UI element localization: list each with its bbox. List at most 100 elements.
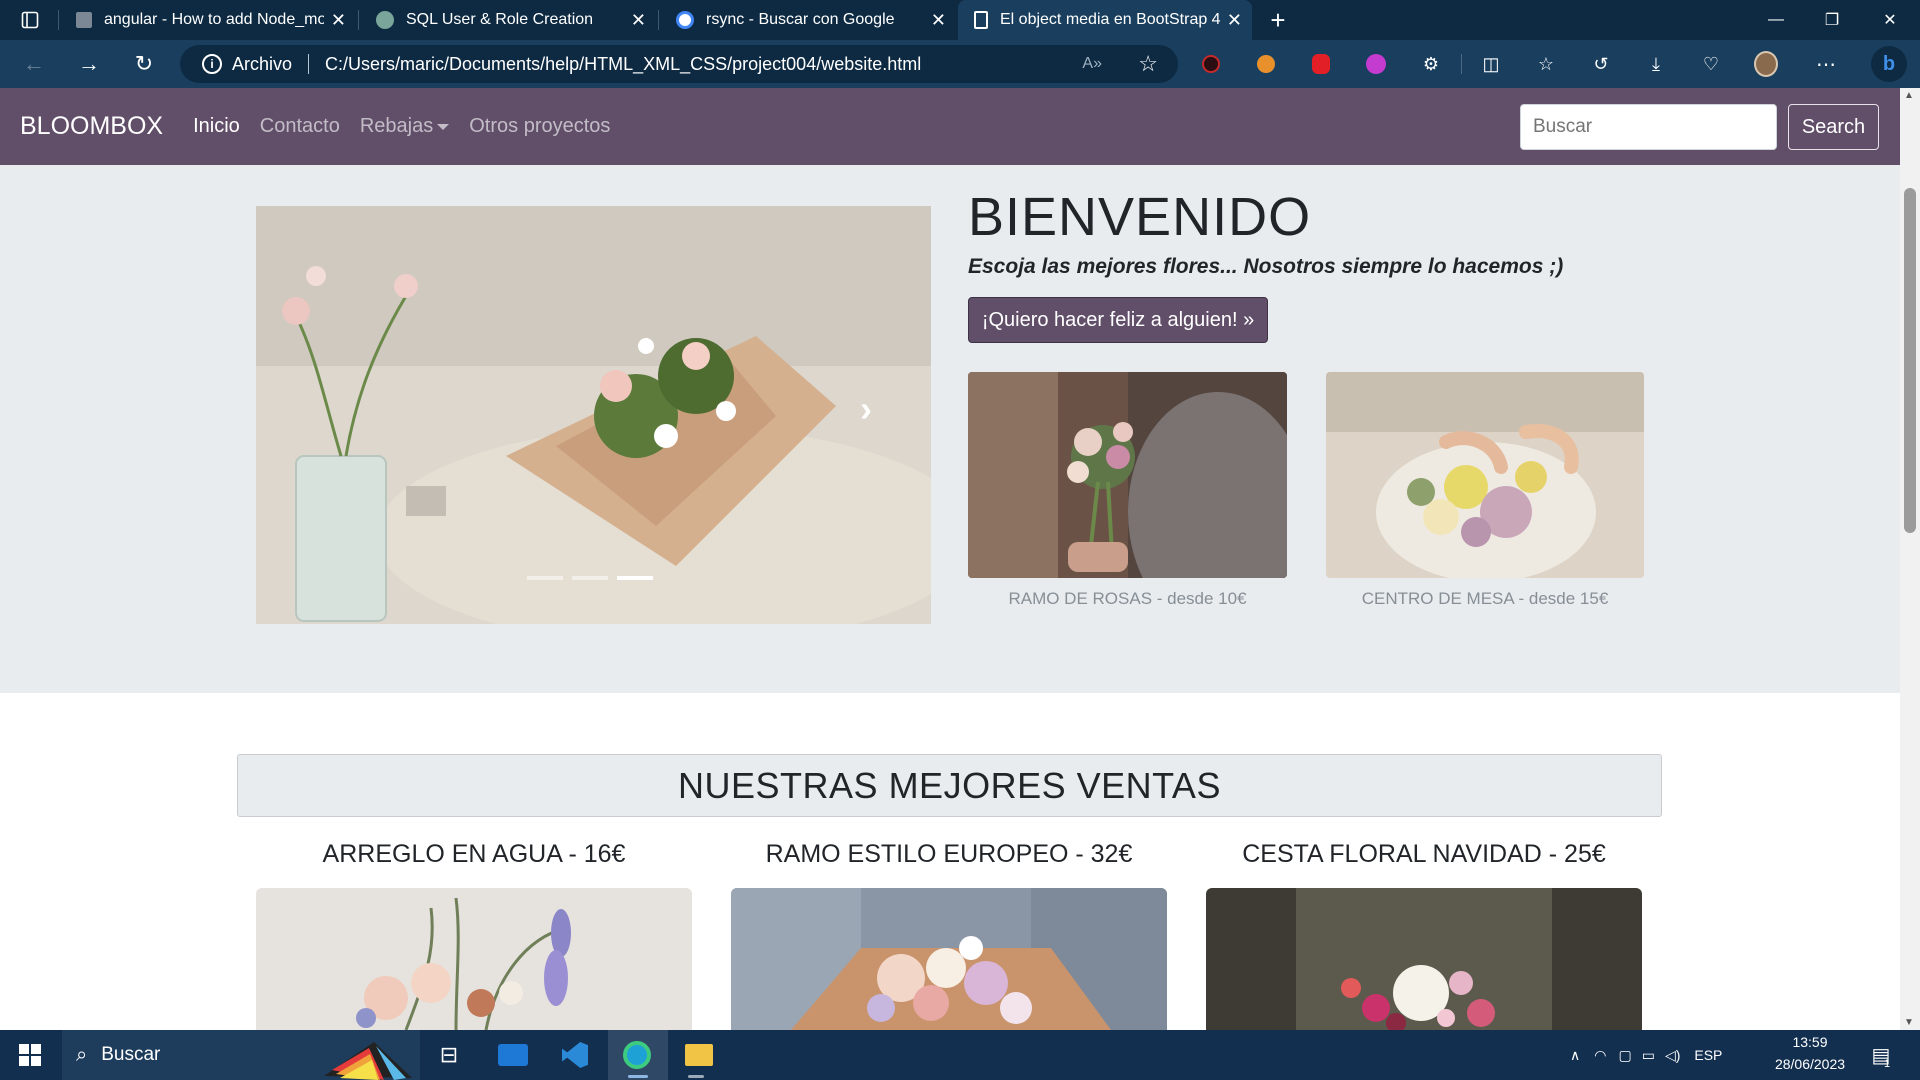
hero-title: BIENVENIDO: [968, 187, 1312, 247]
product-title: CESTA FLORAL NAVIDAD - 25€: [1242, 840, 1606, 868]
product-image-arreglo-agua[interactable]: [256, 888, 692, 1030]
new-tab-button[interactable]: +: [1250, 0, 1306, 40]
browser-tab-strip: angular - How to add Node_mod ✕ SQL User…: [0, 0, 1920, 40]
tab-rsync[interactable]: rsync - Buscar con Google ✕: [660, 0, 956, 40]
taskbar-search-box[interactable]: ⌕ Buscar: [62, 1030, 420, 1080]
forward-icon[interactable]: →: [71, 46, 107, 82]
hero-cta-button[interactable]: ¡Quiero hacer feliz a alguien! »: [968, 297, 1268, 343]
split-screen-icon[interactable]: ◫: [1479, 52, 1503, 76]
product-image-ramo-europeo[interactable]: [731, 888, 1167, 1030]
windows-taskbar: ⌕ Buscar ⊟ ∧ ◠ ▢ ▭ ◁) ESP 13:59 28/06/20…: [0, 1030, 1920, 1080]
nav-otros-proyectos[interactable]: Otros proyectos: [469, 115, 610, 138]
carousel-image: [256, 206, 931, 624]
notifications-icon[interactable]: ▤: [1864, 1038, 1898, 1072]
tab-title: rsync - Buscar con Google: [706, 11, 895, 28]
device-icon[interactable]: ▢: [1618, 1047, 1631, 1064]
tab-object-media[interactable]: El object media en BootStrap 4 ✕: [958, 0, 1252, 40]
scroll-up-icon[interactable]: ▲: [1904, 90, 1914, 101]
close-tab-icon[interactable]: ✕: [331, 10, 346, 31]
bing-copilot-icon[interactable]: b: [1871, 46, 1907, 82]
caret-down-icon: [437, 123, 450, 130]
stackoverflow-favicon-icon: [76, 12, 92, 28]
language-indicator[interactable]: ESP: [1694, 1047, 1722, 1063]
profile-avatar[interactable]: [1754, 51, 1778, 77]
scroll-down-icon[interactable]: ▼: [1904, 1017, 1914, 1028]
extension-hand-icon[interactable]: [1309, 52, 1333, 76]
document-favicon-icon: [974, 11, 988, 29]
card-image-centro-mesa[interactable]: [1326, 372, 1644, 578]
tab-title: SQL User & Role Creation: [406, 11, 594, 28]
favorite-star-icon[interactable]: ☆: [1138, 51, 1158, 77]
carousel-indicator[interactable]: [527, 576, 563, 580]
chevron-up-icon[interactable]: ∧: [1570, 1047, 1580, 1064]
system-tray: ∧ ◠ ▢ ▭ ◁) ESP: [1570, 1030, 1722, 1080]
vscode-app-icon[interactable]: [558, 1038, 592, 1072]
minimize-icon[interactable]: —: [1748, 0, 1804, 40]
address-bar[interactable]: i Archivo C:/Users/maric/Documents/help/…: [180, 45, 1178, 83]
site-brand[interactable]: BLOOMBOX: [20, 112, 163, 141]
edge-app-icon[interactable]: [620, 1038, 654, 1072]
tab-title: El object media en BootStrap 4: [1000, 11, 1221, 28]
volume-icon[interactable]: ◁): [1665, 1047, 1680, 1064]
active-app-indicator: [628, 1075, 648, 1078]
search-icon: ⌕: [76, 1043, 88, 1066]
clock-date: 28/06/2023: [1774, 1056, 1846, 1072]
mail-app-icon[interactable]: [496, 1038, 530, 1072]
extensions-puzzle-icon[interactable]: ⚙: [1419, 52, 1443, 76]
card-caption: RAMO DE ROSAS - desde 10€: [1008, 589, 1247, 608]
tab-title: angular - How to add Node_mod: [104, 11, 324, 28]
nav-contacto[interactable]: Contacto: [260, 115, 340, 138]
browser-toolbar: ← → ↻ i Archivo C:/Users/maric/Documents…: [0, 40, 1920, 88]
carousel-indicator-active[interactable]: [617, 576, 653, 580]
carousel-indicator[interactable]: [572, 576, 608, 580]
card-image-ramo-rosas[interactable]: [968, 372, 1287, 578]
tab-angular[interactable]: angular - How to add Node_mod ✕: [60, 0, 356, 40]
chatgpt-favicon-icon: [376, 11, 394, 29]
clock-time: 13:59: [1792, 1034, 1828, 1050]
close-tab-icon[interactable]: ✕: [931, 10, 946, 31]
nav-rebajas-dropdown[interactable]: Rebajas: [360, 115, 450, 138]
tab-actions-icon[interactable]: [2, 0, 58, 40]
close-tab-icon[interactable]: ✕: [631, 10, 646, 31]
network-icon[interactable]: ◠: [1594, 1047, 1606, 1064]
history-icon[interactable]: ↺: [1589, 52, 1613, 76]
windows-start-icon[interactable]: [13, 1038, 47, 1072]
read-aloud-icon[interactable]: A»: [1082, 55, 1102, 73]
restore-icon[interactable]: ❐: [1804, 0, 1860, 40]
extension-fox-icon[interactable]: [1254, 52, 1278, 76]
close-window-icon[interactable]: ✕: [1862, 0, 1918, 40]
address-scheme-label: Archivo: [232, 53, 293, 74]
file-explorer-icon[interactable]: [682, 1038, 716, 1072]
clock[interactable]: 13:59 28/06/2023: [1770, 1034, 1850, 1072]
hero-lead: Escoja las mejores flores... Nosotros si…: [968, 255, 1564, 278]
notification-count-badge: 1: [1884, 1058, 1891, 1070]
nav-inicio[interactable]: Inicio: [193, 115, 240, 138]
more-menu-icon[interactable]: ⋯: [1814, 52, 1838, 76]
tab-sql[interactable]: SQL User & Role Creation ✕: [360, 0, 656, 40]
site-navbar: BLOOMBOX Inicio Contacto Rebajas Otros p…: [0, 88, 1900, 165]
page-viewport: BLOOMBOX Inicio Contacto Rebajas Otros p…: [0, 88, 1900, 1030]
refresh-icon[interactable]: ↻: [126, 46, 162, 82]
carousel-next-icon[interactable]: ›: [860, 388, 872, 430]
site-search-input[interactable]: [1520, 104, 1777, 150]
scrollbar-thumb[interactable]: [1904, 188, 1916, 533]
back-icon[interactable]: ←: [16, 46, 52, 82]
battery-icon[interactable]: ▭: [1642, 1047, 1655, 1064]
site-search-button[interactable]: Search: [1788, 104, 1879, 150]
google-favicon-icon: [676, 11, 694, 29]
close-tab-icon[interactable]: ✕: [1227, 10, 1242, 31]
extension-red-dot-icon[interactable]: [1199, 52, 1223, 76]
page-scrollbar[interactable]: ▲ ▼: [1900, 88, 1920, 1030]
url-text[interactable]: C:/Users/maric/Documents/help/HTML_XML_C…: [325, 54, 921, 75]
open-app-indicator: [688, 1075, 704, 1078]
info-icon[interactable]: i: [202, 54, 222, 74]
extension-r-icon[interactable]: [1364, 52, 1388, 76]
search-highlight-rainbow-icon: [324, 1042, 412, 1080]
favorites-icon[interactable]: ☆: [1534, 52, 1558, 76]
product-image-cesta-navidad[interactable]: [1206, 888, 1642, 1030]
downloads-icon[interactable]: ⤓: [1644, 52, 1668, 76]
task-view-icon[interactable]: ⊟: [432, 1038, 466, 1072]
best-sellers-heading: NUESTRAS MEJORES VENTAS: [237, 754, 1662, 817]
performance-icon[interactable]: ♡: [1699, 52, 1723, 76]
product-title: RAMO ESTILO EUROPEO - 32€: [765, 840, 1133, 868]
